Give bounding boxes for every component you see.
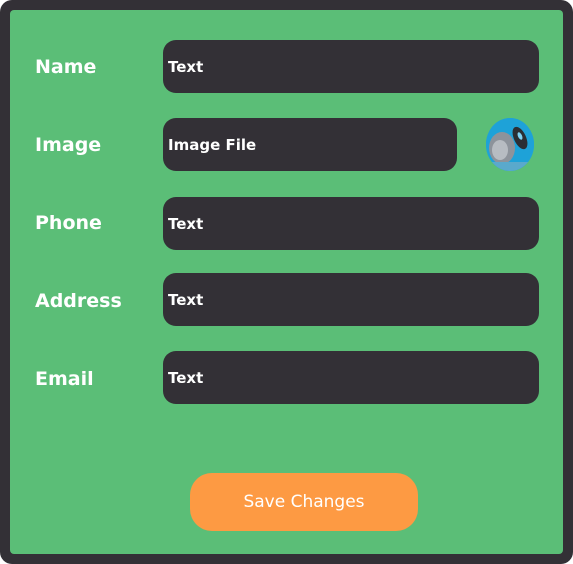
image-file-input[interactable]: Image File bbox=[163, 118, 457, 171]
email-input[interactable]: Text bbox=[163, 351, 539, 404]
avatar-thumbnail-icon bbox=[486, 118, 534, 171]
avatar[interactable] bbox=[486, 118, 534, 171]
phone-input[interactable]: Text bbox=[163, 197, 539, 250]
image-label: Image bbox=[35, 134, 102, 156]
email-label: Email bbox=[35, 368, 94, 390]
form-frame: Name Text Image Image File Phone Text Ad… bbox=[0, 0, 573, 564]
address-input[interactable]: Text bbox=[163, 273, 539, 326]
address-label: Address bbox=[35, 290, 122, 312]
name-label: Name bbox=[35, 56, 97, 78]
save-changes-button[interactable]: Save Changes bbox=[190, 473, 418, 531]
phone-label: Phone bbox=[35, 212, 102, 234]
edit-profile-panel: Name Text Image Image File Phone Text Ad… bbox=[10, 10, 563, 554]
name-input[interactable]: Text bbox=[163, 40, 539, 93]
